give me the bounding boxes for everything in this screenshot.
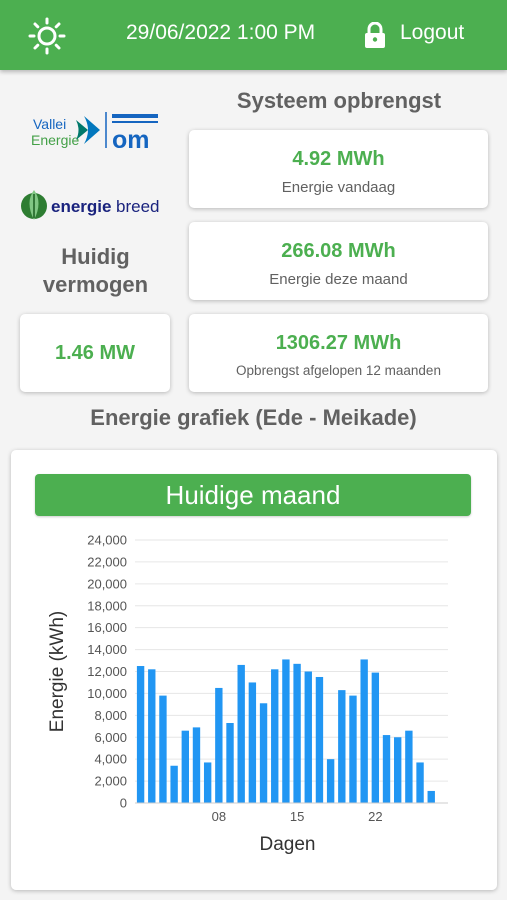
system-yield-title: Systeem opbrengst: [236, 88, 442, 113]
y-tick-label: 0: [120, 796, 127, 811]
current-power-card: 1.46 MW: [20, 314, 170, 392]
energy-today-value: 4.92 MWh: [292, 148, 385, 170]
bar-day-27: [427, 790, 435, 803]
logout-button[interactable]: Logout: [400, 21, 464, 45]
bar-day-11: [248, 682, 257, 803]
bar-day-7: [203, 762, 212, 803]
vallei-energie-logo: Vallei Energie om: [31, 112, 158, 152]
y-tick-label: 16,000: [87, 620, 127, 635]
bar-day-12: [259, 703, 268, 803]
y-tick-label: 24,000: [87, 533, 127, 548]
vallei-logo-text-1: Vallei: [33, 116, 66, 132]
bar-day-15: [293, 663, 301, 803]
y-tick-label: 6,000: [94, 730, 127, 745]
bar-day-23: [382, 735, 391, 803]
bar-day-4: [170, 765, 178, 803]
current-power-title-line2: vermogen: [42, 272, 149, 297]
energy-today-label: Energie vandaag: [281, 179, 396, 196]
x-tick-label: 15: [290, 809, 304, 824]
y-tick-label: 14,000: [87, 642, 127, 657]
y-tick-label: 18,000: [87, 598, 127, 613]
bar-day-17: [315, 676, 324, 803]
bar-day-21: [360, 659, 368, 803]
energy-month-label: Energie deze maand: [269, 271, 408, 288]
energy-month-card: 266.08 MWh Energie deze maand: [189, 222, 488, 300]
bar-day-8: [215, 687, 223, 803]
bar-day-2: [148, 669, 156, 803]
y-tick-label: 12,000: [87, 664, 127, 679]
energy-year-value: 1306.27 MWh: [275, 332, 402, 354]
current-power-title: Huidig vermogen: [18, 243, 173, 299]
vallei-logo-text-2: Energie: [31, 132, 79, 148]
energy-year-label: Opbrengst afgelopen 12 maanden: [236, 363, 441, 378]
x-tick-label: 22: [368, 809, 382, 824]
bar-day-5: [181, 730, 189, 803]
energy-today-card: 4.92 MWh Energie vandaag: [189, 130, 488, 208]
bar-day-25: [405, 730, 413, 803]
bar-day-13: [271, 669, 279, 803]
bar-day-26: [416, 762, 424, 803]
energiebreed-logo: energie breed: [21, 190, 159, 220]
energy-year-card: 1306.27 MWh Opbrengst afgelopen 12 maand…: [189, 314, 488, 392]
bar-day-24: [394, 737, 402, 803]
bar-day-19: [338, 690, 346, 803]
bar-day-9: [226, 723, 234, 803]
x-axis-title: Dagen: [260, 834, 316, 855]
energy-month-value: 266.08 MWh: [281, 240, 396, 262]
bar-day-22: [371, 672, 380, 803]
energiebreed-text-1: energie: [51, 197, 111, 216]
energy-graph-title: Energie grafiek (Ede - Meikade): [90, 405, 417, 430]
om-logo-text: om: [112, 126, 150, 152]
y-tick-label: 8,000: [94, 708, 127, 723]
chart-card: Huidige maand 0 2,000 4,000 6,000 8,000 10,00…: [11, 450, 497, 890]
y-tick-label: 2,000: [94, 774, 127, 789]
current-month-button[interactable]: Huidige maand: [35, 474, 471, 516]
sun-icon[interactable]: [28, 17, 66, 55]
bar-day-10: [237, 664, 245, 803]
y-tick-label: 4,000: [94, 752, 127, 767]
lock-icon: [365, 22, 385, 48]
y-tick-label: 10,000: [87, 686, 127, 701]
bar-day-16: [304, 671, 312, 803]
bar-day-6: [192, 727, 201, 803]
top-bar: 29/06/2022 1:00 PM Logout: [0, 0, 507, 70]
y-tick-label: 20,000: [87, 576, 127, 591]
datetime: 29/06/2022 1:00 PM: [126, 21, 316, 44]
energiebreed-text-2: breed: [116, 197, 159, 216]
current-power-title-line1: Huidig: [61, 244, 130, 269]
bar-day-14: [282, 659, 290, 803]
current-power-value: 1.46 MW: [54, 342, 136, 364]
y-tick-label: 22,000: [87, 554, 127, 569]
energy-bar-chart: 0 2,000 4,000 6,000 8,000 10,000 12,000 14,000 1…: [47, 533, 448, 855]
bar-day-1: [136, 666, 145, 803]
y-axis-title: Energie (kWh): [47, 611, 68, 732]
bar-day-20: [349, 695, 357, 803]
bar-day-18: [326, 759, 335, 803]
x-tick-label: 08: [212, 809, 226, 824]
bar-day-3: [159, 695, 167, 803]
